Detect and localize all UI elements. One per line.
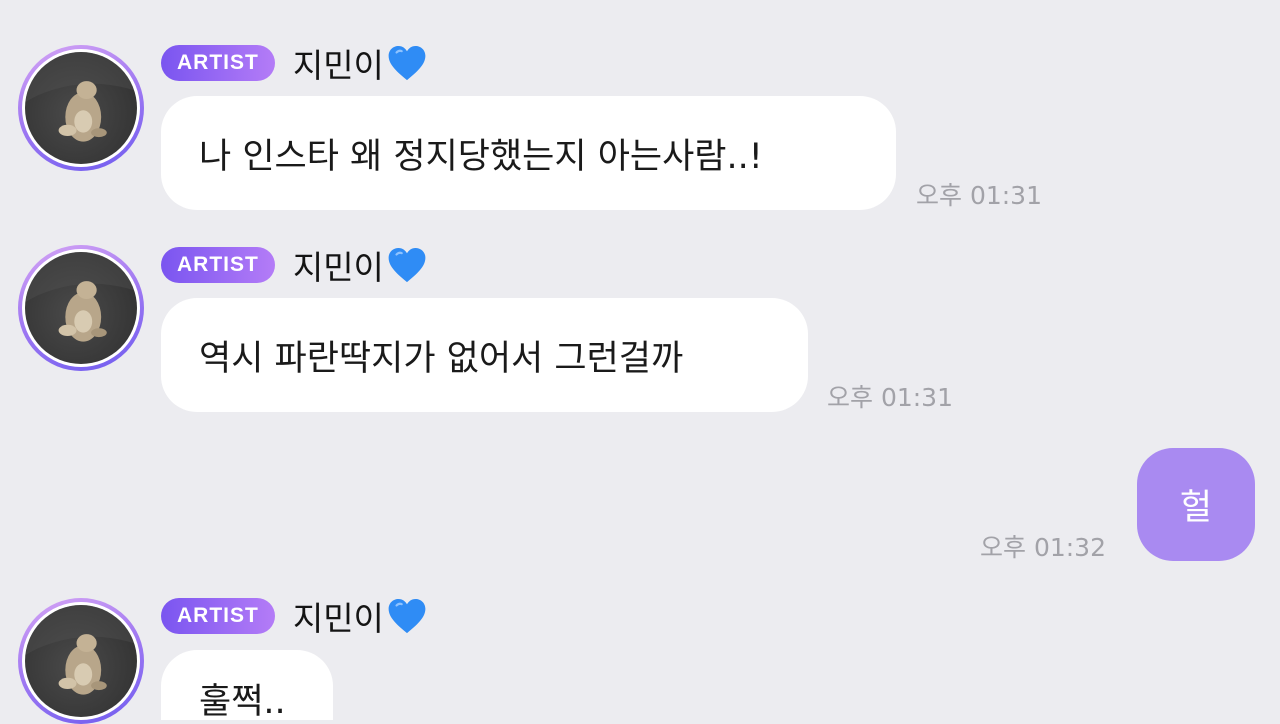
message-bubble[interactable]: 훌쩍.. (161, 650, 333, 722)
sender-name: 지민이 (292, 599, 384, 638)
blue-heart-icon (386, 42, 428, 84)
sender-row: ARTIST 지민이 (161, 42, 428, 85)
blue-heart-icon (386, 595, 428, 637)
blue-heart-icon (386, 244, 428, 286)
sender-row: ARTIST 지민이 (161, 244, 428, 287)
sender-row: ARTIST 지민이 (161, 595, 428, 638)
message-time: 오후 01:31 (916, 181, 1042, 210)
avatar-photo (25, 252, 137, 364)
artist-avatar[interactable] (18, 598, 144, 724)
avatar-photo (25, 52, 137, 164)
message-time: 오후 01:31 (827, 383, 953, 412)
avatar-photo (25, 605, 137, 717)
message-text: 헐 (1179, 488, 1213, 528)
message-text: 훌쩍.. (199, 682, 286, 722)
message-time: 오후 01:32 (980, 533, 1106, 562)
sender-name: 지민이 (292, 46, 384, 85)
chat-thread[interactable]: ARTIST 지민이 나 인스타 왜 정지당했는지 아는사람..! 오후 01:… (0, 0, 1280, 724)
artist-avatar[interactable] (18, 245, 144, 371)
otter-figure-icon (25, 605, 137, 695)
artist-avatar[interactable] (18, 45, 144, 171)
message-bubble[interactable]: 역시 파란딱지가 없어서 그런걸까 (161, 298, 808, 412)
message-bubble[interactable]: 나 인스타 왜 정지당했는지 아는사람..! (161, 96, 896, 210)
message-text: 나 인스타 왜 정지당했는지 아는사람..! (199, 136, 763, 177)
sender-name: 지민이 (292, 248, 384, 287)
otter-figure-icon (25, 52, 137, 142)
my-message-bubble[interactable]: 헐 (1137, 448, 1255, 561)
message-text: 역시 파란딱지가 없어서 그런걸까 (199, 338, 684, 379)
artist-badge: ARTIST (161, 598, 275, 634)
artist-badge: ARTIST (161, 247, 275, 283)
otter-figure-icon (25, 252, 137, 342)
artist-badge: ARTIST (161, 45, 275, 81)
